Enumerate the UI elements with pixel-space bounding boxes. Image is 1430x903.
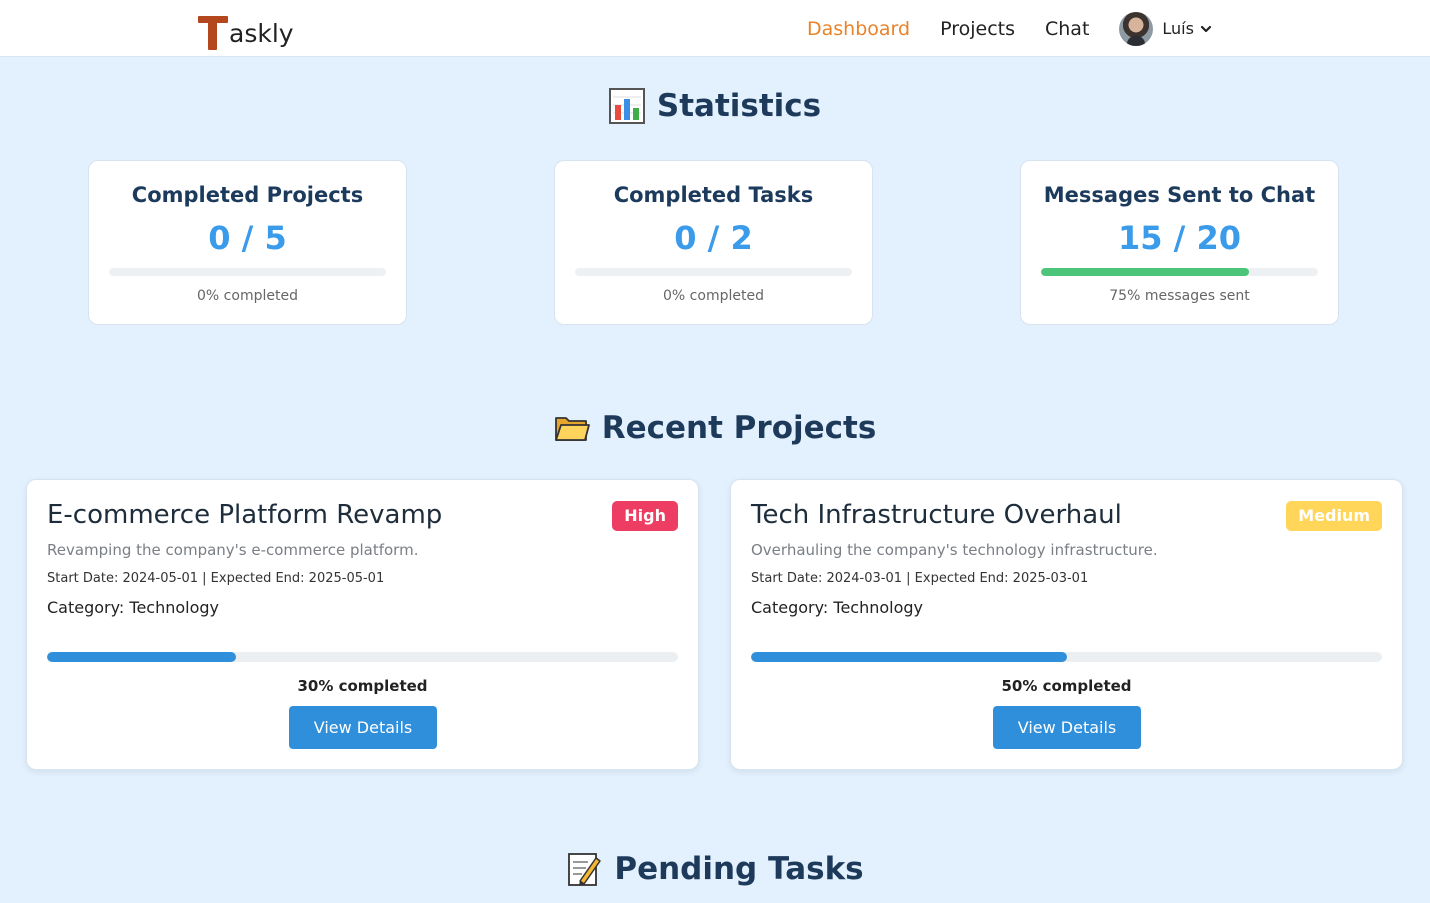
stat-value: 15 / 20 (1117, 219, 1242, 257)
nav-link-dashboard[interactable]: Dashboard (807, 18, 910, 40)
stat-card-completed-tasks: Completed Tasks 0 / 2 0% completed (554, 160, 873, 325)
stat-title: Completed Tasks (613, 183, 814, 207)
project-description: Overhauling the company's technology inf… (751, 541, 1158, 559)
project-title: E-commerce Platform Revamp (47, 500, 443, 530)
folder-icon (554, 417, 590, 441)
brand-logo[interactable]: askly (198, 8, 294, 50)
stat-progress-bar (575, 268, 852, 276)
stat-value: 0 / 2 (674, 219, 753, 257)
project-card: E-commerce Platform Revamp High Revampin… (26, 479, 699, 770)
view-details-button[interactable]: View Details (289, 706, 437, 749)
chevron-down-icon (1200, 25, 1212, 32)
project-progress-label: 50% completed (1001, 677, 1132, 695)
recent-projects-heading: Recent Projects (0, 410, 1430, 446)
stat-value: 0 / 5 (208, 219, 287, 257)
stat-progress-fill (1041, 268, 1249, 276)
project-progress-bar (751, 652, 1382, 662)
project-progress-label: 30% completed (297, 677, 428, 695)
priority-badge: High (612, 501, 678, 531)
project-category: Category: Technology (751, 598, 924, 617)
brand-logo-mark (198, 14, 228, 50)
project-dates: Start Date: 2024-05-01 | Expected End: 2… (47, 571, 385, 586)
statistics-heading-text: Statistics (656, 88, 822, 124)
stat-card-messages-sent: Messages Sent to Chat 15 / 20 75% messag… (1020, 160, 1339, 325)
project-category: Category: Technology (47, 598, 220, 617)
stat-progress-bar (109, 268, 386, 276)
user-name: Luís (1162, 19, 1194, 38)
nav-links: Dashboard Projects Chat Luís (807, 0, 1212, 57)
avatar (1119, 11, 1154, 46)
project-dates: Start Date: 2024-03-01 | Expected End: 2… (751, 571, 1089, 586)
navbar: askly Dashboard Projects Chat Luís (0, 0, 1430, 57)
memo-icon (568, 853, 602, 886)
stat-card-completed-projects: Completed Projects 0 / 5 0% completed (88, 160, 407, 325)
stat-note: 75% messages sent (1109, 288, 1250, 304)
project-card: Tech Infrastructure Overhaul Medium Over… (730, 479, 1403, 770)
stat-progress-bar (1041, 268, 1318, 276)
recent-projects-heading-text: Recent Projects (601, 410, 877, 446)
stat-title: Completed Projects (131, 183, 364, 207)
project-progress-fill (751, 652, 1067, 662)
user-menu[interactable]: Luís (1119, 11, 1212, 46)
bar-chart-icon (608, 88, 645, 124)
brand-name: askly (229, 19, 294, 48)
stat-note: 0% completed (663, 288, 764, 304)
project-progress-fill (47, 652, 237, 662)
project-progress-bar (47, 652, 678, 662)
stat-note: 0% completed (197, 288, 298, 304)
nav-link-chat[interactable]: Chat (1045, 18, 1089, 40)
stat-title: Messages Sent to Chat (1043, 183, 1316, 207)
view-details-button[interactable]: View Details (993, 706, 1141, 749)
statistics-heading: Statistics (0, 88, 1430, 124)
priority-badge: Medium (1286, 501, 1382, 531)
nav-link-projects[interactable]: Projects (940, 18, 1015, 40)
pending-tasks-heading: Pending Tasks (0, 851, 1430, 887)
pending-tasks-heading-text: Pending Tasks (614, 851, 864, 887)
project-description: Revamping the company's e-commerce platf… (47, 541, 419, 559)
project-title: Tech Infrastructure Overhaul (751, 500, 1122, 530)
